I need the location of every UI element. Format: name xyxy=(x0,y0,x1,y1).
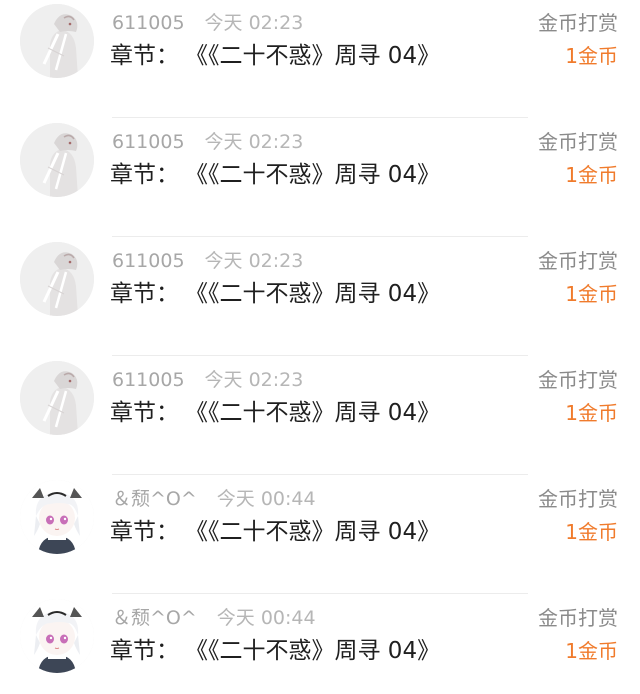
meta-line: ＆颓^O^ 今天 00:44 xyxy=(112,484,316,514)
reward-type: 金币打赏 xyxy=(538,606,618,630)
chapter-line: 章节： 《《二十不惑》周寻 04》 xyxy=(110,157,440,193)
meta-line: 611005 今天 02:23 xyxy=(112,246,303,276)
meta-line: 611005 今天 02:23 xyxy=(112,127,303,157)
chapter-title[interactable]: 《《二十不惑》周寻 04》 xyxy=(185,395,440,431)
chapter-title[interactable]: 《《二十不惑》周寻 04》 xyxy=(185,514,440,550)
chapter-label: 章节： xyxy=(110,638,179,664)
chapter-title[interactable]: 《《二十不惑》周寻 04》 xyxy=(185,157,440,193)
avatar[interactable] xyxy=(20,4,94,78)
list-item[interactable]: ＆颓^O^ 今天 00:44 章节： 《《二十不惑》周寻 04》 金币打赏 1金币 xyxy=(0,476,640,594)
reward-type: 金币打赏 xyxy=(538,487,618,511)
list-item[interactable]: 611005 今天 02:23 章节： 《《二十不惑》周寻 04》 金币打赏 1金币 xyxy=(0,119,640,237)
avatar-anime-icon xyxy=(20,480,94,554)
username[interactable]: ＆颓^O^ xyxy=(112,488,197,510)
avatar-anime-icon xyxy=(20,599,94,673)
reward-amount: 1金币 xyxy=(565,282,618,306)
avatar[interactable] xyxy=(20,242,94,316)
reward-amount: 1金币 xyxy=(565,520,618,544)
username[interactable]: 611005 xyxy=(112,131,185,153)
avatar-girl-icon xyxy=(20,242,94,316)
avatar-girl-icon xyxy=(20,4,94,78)
reward-amount: 1金币 xyxy=(565,44,618,68)
list-item[interactable]: ＆颓^O^ 今天 00:44 章节： 《《二十不惑》周寻 04》 金币打赏 1金币 xyxy=(0,595,640,694)
chapter-line: 章节： 《《二十不惑》周寻 04》 xyxy=(110,633,440,669)
avatar-girl-icon xyxy=(20,361,94,435)
divider xyxy=(112,593,528,594)
divider xyxy=(112,117,528,118)
reward-amount: 1金币 xyxy=(565,163,618,187)
avatar[interactable] xyxy=(20,123,94,197)
reward-type: 金币打赏 xyxy=(538,11,618,35)
list-item[interactable]: 611005 今天 02:23 章节： 《《二十不惑》周寻 04》 金币打赏 1金币 xyxy=(0,357,640,475)
divider xyxy=(112,474,528,475)
timestamp: 今天 02:23 xyxy=(204,369,304,391)
meta-line: 611005 今天 02:23 xyxy=(112,365,303,395)
timestamp: 今天 00:44 xyxy=(216,488,316,510)
chapter-line: 章节： 《《二十不惑》周寻 04》 xyxy=(110,38,440,74)
divider xyxy=(112,236,528,237)
divider xyxy=(112,355,528,356)
reward-type: 金币打赏 xyxy=(538,368,618,392)
chapter-line: 章节： 《《二十不惑》周寻 04》 xyxy=(110,514,440,550)
avatar[interactable] xyxy=(20,480,94,554)
timestamp: 今天 02:23 xyxy=(204,131,304,153)
chapter-label: 章节： xyxy=(110,162,179,188)
meta-line: 611005 今天 02:23 xyxy=(112,8,303,38)
timestamp: 今天 00:44 xyxy=(216,607,316,629)
reward-type: 金币打赏 xyxy=(538,130,618,154)
reward-amount: 1金币 xyxy=(565,639,618,663)
avatar[interactable] xyxy=(20,599,94,673)
meta-line: ＆颓^O^ 今天 00:44 xyxy=(112,603,316,633)
chapter-line: 章节： 《《二十不惑》周寻 04》 xyxy=(110,276,440,312)
chapter-line: 章节： 《《二十不惑》周寻 04》 xyxy=(110,395,440,431)
username[interactable]: 611005 xyxy=(112,12,185,34)
avatar-girl-icon xyxy=(20,123,94,197)
chapter-label: 章节： xyxy=(110,519,179,545)
chapter-title[interactable]: 《《二十不惑》周寻 04》 xyxy=(185,38,440,74)
timestamp: 今天 02:23 xyxy=(204,12,304,34)
reward-amount: 1金币 xyxy=(565,401,618,425)
chapter-label: 章节： xyxy=(110,400,179,426)
list-item[interactable]: 611005 今天 02:23 章节： 《《二十不惑》周寻 04》 金币打赏 1金币 xyxy=(0,238,640,356)
chapter-title[interactable]: 《《二十不惑》周寻 04》 xyxy=(185,276,440,312)
chapter-label: 章节： xyxy=(110,43,179,69)
username[interactable]: 611005 xyxy=(112,369,185,391)
username[interactable]: ＆颓^O^ xyxy=(112,607,197,629)
timestamp: 今天 02:23 xyxy=(204,250,304,272)
list-item[interactable]: 611005 今天 02:23 章节： 《《二十不惑》周寻 04》 金币打赏 1金币 xyxy=(0,0,640,118)
reward-list: 611005 今天 02:23 章节： 《《二十不惑》周寻 04》 金币打赏 1金币… xyxy=(0,0,640,694)
avatar[interactable] xyxy=(20,361,94,435)
chapter-label: 章节： xyxy=(110,281,179,307)
reward-type: 金币打赏 xyxy=(538,249,618,273)
username[interactable]: 611005 xyxy=(112,250,185,272)
chapter-title[interactable]: 《《二十不惑》周寻 04》 xyxy=(185,633,440,669)
